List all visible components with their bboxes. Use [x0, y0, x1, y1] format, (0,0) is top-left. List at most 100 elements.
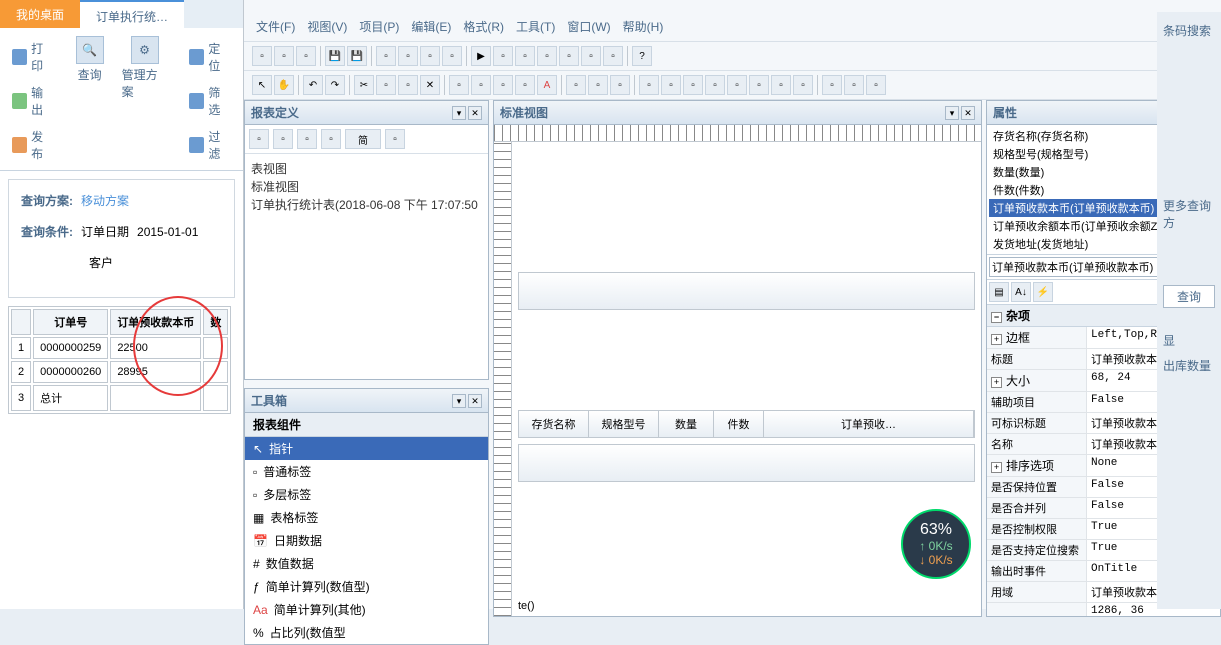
toolbox-category[interactable]: 报表组件 — [245, 413, 488, 437]
toolbox-item[interactable]: 📅日期数据 — [245, 529, 488, 552]
query-button[interactable]: 查询 — [1163, 285, 1215, 308]
more-query[interactable]: 更多查询方 — [1163, 193, 1215, 235]
total-row[interactable]: 3总计 — [11, 385, 228, 411]
col-header-selected[interactable]: 订单预收… — [764, 411, 974, 437]
table-row[interactable]: 2000000026028995 — [11, 361, 228, 383]
date-value[interactable]: 2015-01-01 — [137, 225, 198, 239]
layout-icon[interactable]: ▫ — [566, 75, 586, 95]
toolbox-item[interactable]: Aa简单计算列(其他) — [245, 598, 488, 621]
tool-icon[interactable]: ▫ — [537, 46, 557, 66]
layout-icon[interactable]: ▫ — [866, 75, 886, 95]
pin-icon[interactable]: ▾ — [452, 394, 466, 408]
run-icon[interactable]: ▶ — [471, 46, 491, 66]
tool-icon[interactable]: ▫ — [385, 129, 405, 149]
menu-format[interactable]: 格式(R) — [459, 16, 508, 37]
delete-icon[interactable]: ✕ — [420, 75, 440, 95]
tab-desktop[interactable]: 我的桌面 — [0, 0, 80, 28]
layout-icon[interactable]: ▫ — [661, 75, 681, 95]
align-icon[interactable]: ▫ — [493, 75, 513, 95]
layout-icon[interactable]: ▫ — [639, 75, 659, 95]
menu-file[interactable]: 文件(F) — [252, 16, 299, 37]
layout-icon[interactable]: ▫ — [844, 75, 864, 95]
tool-icon[interactable]: ▫ — [420, 46, 440, 66]
tool-icon[interactable]: ▫ — [273, 129, 293, 149]
scheme-button[interactable]: ⚙管理方案 — [122, 36, 168, 166]
col-header[interactable]: 数量 — [659, 411, 714, 437]
toolbox-item[interactable]: ▫多层标签 — [245, 483, 488, 506]
tool-icon[interactable]: ▫ — [515, 46, 535, 66]
band[interactable] — [518, 272, 975, 310]
align-icon[interactable]: ▫ — [471, 75, 491, 95]
close-icon[interactable]: ✕ — [961, 106, 975, 120]
tool-icon[interactable]: ▫ — [493, 46, 513, 66]
menu-view[interactable]: 视图(V) — [303, 16, 351, 37]
close-icon[interactable]: ✕ — [468, 106, 482, 120]
publish-button[interactable]: 发布 — [10, 126, 56, 164]
scheme-value[interactable]: 移动方案 — [81, 192, 129, 209]
pin-icon[interactable]: ▾ — [452, 106, 466, 120]
open-icon[interactable]: ▫ — [274, 46, 294, 66]
toolbox-item[interactable]: ▫普通标签 — [245, 460, 488, 483]
help-icon[interactable]: ? — [632, 46, 652, 66]
layout-icon[interactable]: ▫ — [822, 75, 842, 95]
col-header[interactable]: 规格型号 — [589, 411, 659, 437]
filter2-button[interactable]: 过滤 — [187, 126, 233, 164]
tool-icon[interactable]: ▫ — [442, 46, 462, 66]
layout-icon[interactable]: ▫ — [683, 75, 703, 95]
dropdown-icon[interactable]: ▾ — [945, 106, 959, 120]
align-icon[interactable]: ▫ — [515, 75, 535, 95]
tree-item[interactable]: 表视图 — [251, 160, 482, 178]
col-order-no[interactable]: 订单号 — [33, 309, 108, 335]
header-band[interactable]: 存货名称 规格型号 数量 件数 订单预收… — [518, 410, 975, 438]
hand-icon[interactable]: ✋ — [274, 75, 294, 95]
toolbox-item[interactable]: #数值数据 — [245, 552, 488, 575]
layout-icon[interactable]: ▫ — [749, 75, 769, 95]
export-button[interactable]: 输出 — [10, 82, 56, 120]
menu-tools[interactable]: 工具(T) — [512, 16, 559, 37]
toolbox-item-pointer[interactable]: ↖指针 — [245, 437, 488, 460]
table-row[interactable]: 1000000025922500 — [11, 337, 228, 359]
network-speed-widget[interactable]: 63% ↑ 0K/s ↓ 0K/s — [901, 509, 971, 579]
filter-button[interactable]: 筛选 — [187, 82, 233, 120]
new-icon[interactable]: ▫ — [252, 46, 272, 66]
stock-qty[interactable]: 出库数量 — [1163, 353, 1215, 378]
tool-icon[interactable]: ▫ — [297, 129, 317, 149]
pointer-icon[interactable]: ↖ — [252, 75, 272, 95]
col-advance-payment[interactable]: 订单预收款本币 — [110, 309, 201, 335]
events-icon[interactable]: ⚡ — [1033, 282, 1053, 302]
tool-icon[interactable]: ▫ — [581, 46, 601, 66]
paste2-icon[interactable]: ▫ — [398, 75, 418, 95]
menu-help[interactable]: 帮助(H) — [619, 16, 668, 37]
copy2-icon[interactable]: ▫ — [376, 75, 396, 95]
print-button[interactable]: 打印 — [10, 38, 56, 76]
col-header[interactable]: 存货名称 — [519, 411, 589, 437]
query-button[interactable]: 🔍查询 — [76, 36, 104, 166]
tool-icon[interactable]: ▫ — [603, 46, 623, 66]
categorized-icon[interactable]: ▤ — [989, 282, 1009, 302]
tab-order-stats[interactable]: 订单执行统… — [80, 0, 184, 28]
band[interactable] — [518, 444, 975, 482]
alpha-icon[interactable]: A↓ — [1011, 282, 1031, 302]
tool-icon[interactable]: ▫ — [321, 129, 341, 149]
show-link[interactable]: 显 — [1163, 328, 1215, 353]
menu-window[interactable]: 窗口(W) — [563, 16, 614, 37]
repdef-tree[interactable]: 表视图 标准视图 订单执行统计表(2018-06-08 下午 17:07:50 — [245, 154, 488, 220]
layout-icon[interactable]: ▫ — [793, 75, 813, 95]
copy-icon[interactable]: ▫ — [376, 46, 396, 66]
tool-icon[interactable]: ▫ — [559, 46, 579, 66]
paste-icon[interactable]: ▫ — [398, 46, 418, 66]
undo-icon[interactable]: ↶ — [303, 75, 323, 95]
font-icon[interactable]: A — [537, 75, 557, 95]
save-icon[interactable]: 💾 — [325, 46, 345, 66]
toolbox-item[interactable]: %占比列(数值型 — [245, 621, 488, 644]
tree-item[interactable]: 订单执行统计表(2018-06-08 下午 17:07:50 — [251, 196, 482, 214]
close-icon[interactable]: ✕ — [468, 394, 482, 408]
align-icon[interactable]: ▫ — [449, 75, 469, 95]
barcode-search[interactable]: 条码搜索 — [1163, 18, 1215, 43]
col-header[interactable]: 件数 — [714, 411, 764, 437]
col-count[interactable]: 数 — [203, 309, 228, 335]
toolbox-item[interactable]: ▦表格标签 — [245, 506, 488, 529]
saveall-icon[interactable]: 💾 — [347, 46, 367, 66]
tree-item[interactable]: 标准视图 — [251, 178, 482, 196]
layout-icon[interactable]: ▫ — [588, 75, 608, 95]
